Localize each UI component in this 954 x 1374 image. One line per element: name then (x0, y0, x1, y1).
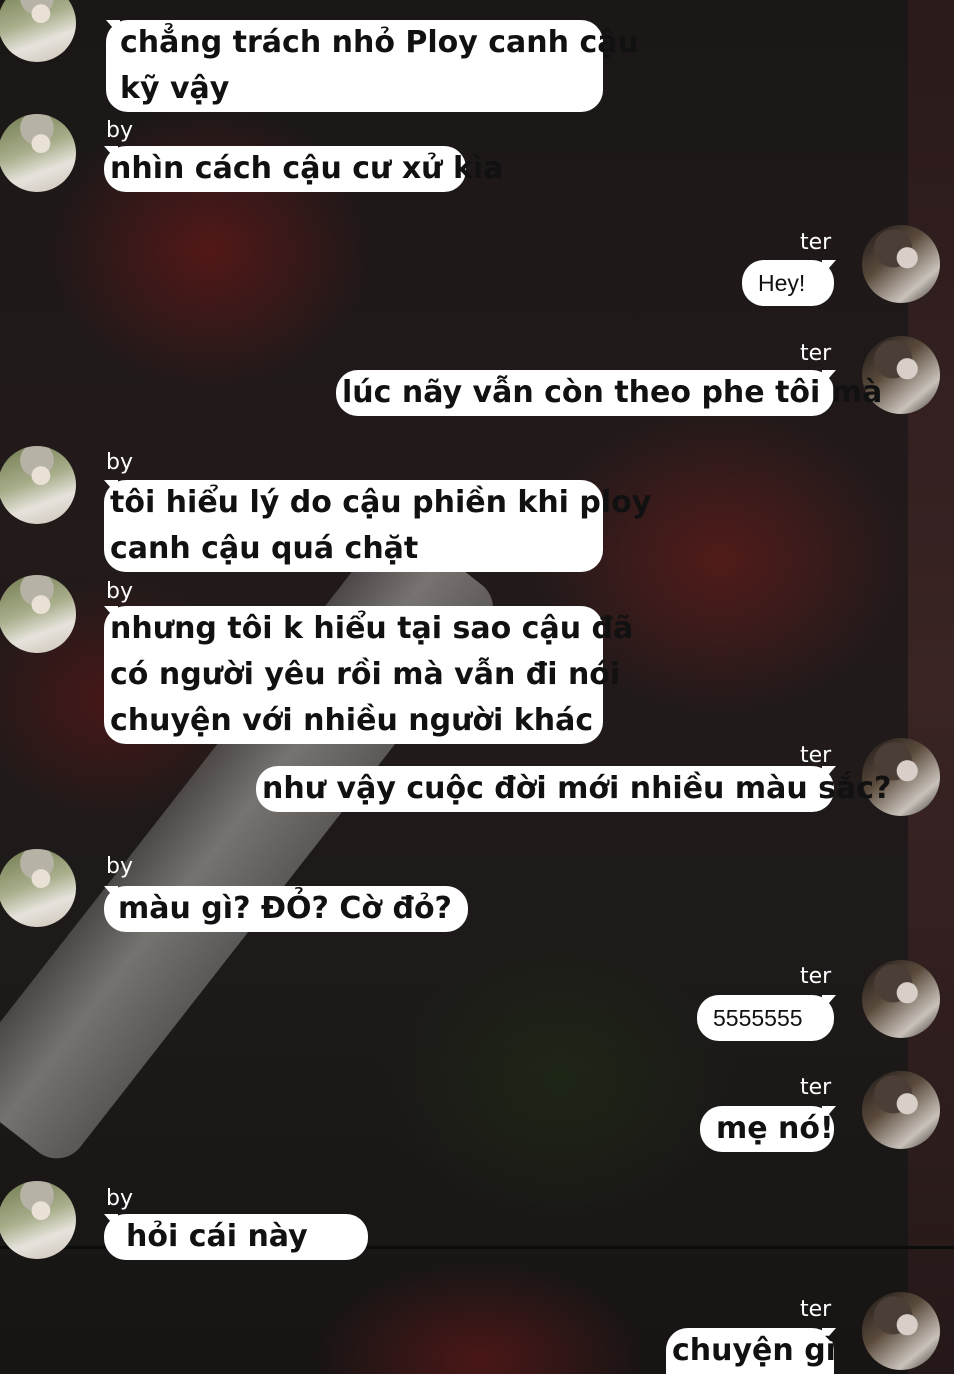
message-text: tôi hiểu lý do cậu phiền khi ploy (110, 485, 652, 520)
avatar-by[interactable] (0, 1181, 76, 1259)
message-text: nhìn cách cậu cư xử kìa (110, 151, 504, 186)
sender-name: ter (800, 1297, 832, 1322)
avatar-ter[interactable] (862, 225, 940, 303)
sender-name: ter (800, 230, 832, 255)
message-text: Hey! (758, 270, 806, 296)
message-text: 5555555 (713, 1005, 803, 1031)
sender-name: ter (800, 964, 832, 989)
avatar-by[interactable] (0, 114, 76, 192)
message-bubble[interactable]: nhưng tôi k hiểu tại sao cậu đã có người… (104, 606, 634, 744)
sender-name: by (106, 118, 133, 143)
avatar-ter[interactable] (862, 1071, 940, 1149)
message-text: chẳng trách nhỏ Ploy canh cậu (120, 25, 639, 60)
sender-name: ter (800, 1075, 832, 1100)
avatar-by[interactable] (0, 446, 76, 524)
message-text: như vậy cuộc đời mới nhiều màu sắc? (262, 771, 892, 806)
sender-name: by (106, 579, 133, 604)
message-bubble[interactable]: như vậy cuộc đời mới nhiều màu sắc? (256, 766, 892, 812)
message-text: kỹ vậy (120, 71, 230, 106)
message-text: mẹ nó! (716, 1111, 834, 1146)
message-bubble[interactable]: mẹ nó! (700, 1106, 834, 1152)
sender-name: by (106, 854, 133, 879)
chat-thread: chẳng trách nhỏ Ploy canh cậu kỹ vậy by … (0, 0, 954, 1374)
sender-name: ter (800, 341, 832, 366)
message-bubble[interactable]: màu gì? ĐỎ? Cờ đỏ? (104, 886, 468, 932)
sender-name: by (106, 1186, 133, 1211)
message-bubble[interactable]: lúc nãy vẫn còn theo phe tôi mà (336, 370, 883, 416)
avatar-ter[interactable] (862, 1292, 940, 1370)
message-bubble[interactable]: Hey! (742, 260, 834, 306)
message-bubble[interactable]: chẳng trách nhỏ Ploy canh cậu kỹ vậy (106, 20, 639, 112)
message-text: hỏi cái này (126, 1219, 308, 1254)
avatar-ter[interactable] (862, 960, 940, 1038)
message-bubble[interactable]: tôi hiểu lý do cậu phiền khi ploy canh c… (104, 480, 652, 572)
message-text: chuyện gì (672, 1333, 836, 1368)
message-bubble[interactable]: 5555555 (697, 995, 834, 1041)
message-text: màu gì? ĐỎ? Cờ đỏ? (118, 891, 452, 926)
sender-name: ter (800, 743, 832, 768)
message-bubble[interactable]: hỏi cái này (104, 1214, 368, 1260)
message-text: có người yêu rồi mà vẫn đi nói (110, 657, 621, 692)
avatar-by[interactable] (0, 0, 76, 62)
message-text: chuyện với nhiều người khác (110, 703, 594, 738)
message-text: nhưng tôi k hiểu tại sao cậu đã (110, 611, 634, 646)
message-bubble[interactable]: chuyện gì (666, 1328, 836, 1374)
sender-name: by (106, 450, 133, 475)
message-bubble[interactable]: nhìn cách cậu cư xử kìa (104, 146, 504, 192)
avatar-by[interactable] (0, 849, 76, 927)
message-text: lúc nãy vẫn còn theo phe tôi mà (342, 375, 883, 410)
message-text: canh cậu quá chặt (110, 531, 419, 566)
avatar-by[interactable] (0, 575, 76, 653)
